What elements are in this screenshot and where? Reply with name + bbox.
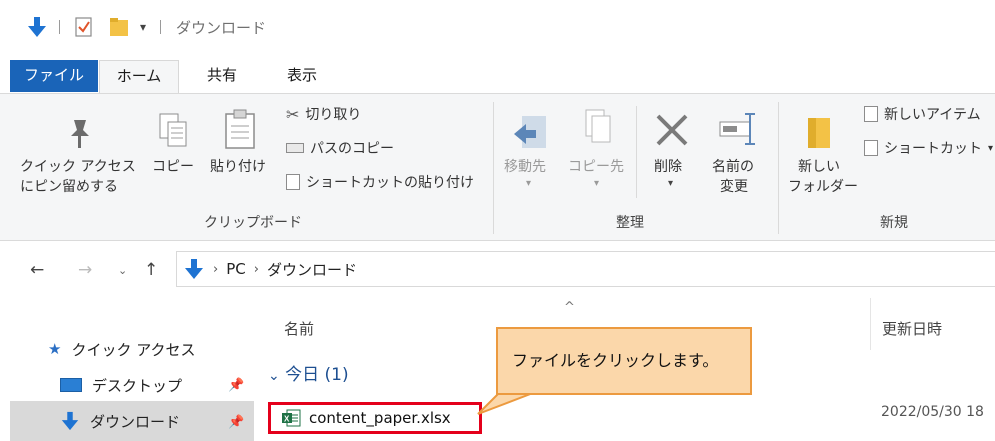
copy-path-icon: [286, 143, 304, 153]
copy-to-icon: [585, 109, 611, 143]
navigation-pane: ★ クイック アクセス デスクトップ 📌 ダウンロード 📌: [0, 298, 255, 441]
new-folder-button[interactable]: 新しい フォルダー: [788, 108, 858, 208]
paste-label: 貼り付け: [210, 159, 266, 175]
rename-icon: [719, 113, 755, 145]
scissors-icon: ✂: [286, 104, 300, 124]
group-new-label: 新規: [880, 215, 908, 231]
paste-shortcut-label: ショートカットの貼り付け: [306, 175, 474, 191]
file-name: content_paper.xlsx: [309, 409, 451, 427]
copy-to-button[interactable]: コピー先 ▾: [566, 108, 628, 198]
pin-icon[interactable]: 📌: [228, 378, 244, 393]
address-bar[interactable]: › PC › ダウンロード: [176, 251, 995, 287]
ribbon: クイック アクセス にピン留めする コピー 貼り付け ✂ 切り取り パスのコピー: [0, 93, 995, 241]
column-header-modified[interactable]: 更新日時: [882, 318, 942, 339]
nav-item-downloads[interactable]: ダウンロード: [60, 406, 180, 436]
nav-item-label: クイック アクセス: [71, 340, 196, 359]
excel-icon: X: [282, 409, 301, 427]
ribbon-tabs: ファイル ホーム 共有 表示: [0, 54, 995, 94]
pin-label-line2: にピン留めする: [20, 179, 118, 195]
pin-icon[interactable]: 📌: [228, 415, 244, 430]
group-title-label: 今日 (1): [285, 365, 349, 385]
paste-shortcut-button[interactable]: ショートカットの貼り付け: [286, 172, 474, 192]
new-item-button[interactable]: 新しいアイテム: [864, 104, 981, 124]
group-organize-label: 整理: [616, 215, 644, 231]
window-title: ダウンロード: [176, 19, 267, 37]
tab-home[interactable]: ホーム: [99, 60, 179, 94]
tab-view[interactable]: 表示: [272, 60, 332, 92]
column-header-name[interactable]: 名前: [284, 318, 314, 339]
move-to-button[interactable]: 移動先 ▾: [502, 108, 560, 198]
new-folder-label-line2: フォルダー: [788, 179, 858, 195]
pin-to-quick-access-button[interactable]: クイック アクセス にピン留めする: [20, 108, 140, 208]
breadcrumb-pc[interactable]: PC: [226, 260, 246, 278]
chevron-down-icon: ▾: [988, 142, 994, 154]
copy-to-label: コピー先: [568, 159, 624, 175]
group-clipboard-label: クリップボード: [204, 215, 302, 231]
breadcrumb-chevron-icon[interactable]: ›: [213, 262, 218, 277]
delete-button[interactable]: 削除 ▾: [648, 108, 696, 198]
down-arrow-icon[interactable]: [26, 14, 48, 40]
delete-label: 削除: [654, 159, 682, 175]
file-row[interactable]: X content_paper.xlsx: [268, 402, 482, 434]
rename-label-line2: 変更: [720, 179, 748, 195]
chevron-down-icon: ⌄: [268, 368, 280, 384]
download-icon: [61, 411, 79, 431]
easy-access-button[interactable]: ショートカット ▾: [864, 138, 993, 158]
clipboard-paste-icon: [225, 109, 255, 149]
paste-button[interactable]: 貼り付け: [206, 108, 270, 188]
cut-label: 切り取り: [305, 107, 362, 123]
rename-button[interactable]: 名前の 変更: [708, 108, 764, 208]
pin-icon: [71, 120, 89, 148]
rename-label-line1: 名前の: [712, 159, 754, 175]
copy-icon: [159, 113, 187, 147]
customize-dropdown-icon[interactable]: ▾: [140, 14, 146, 40]
tab-file[interactable]: ファイル: [10, 60, 98, 92]
move-to-label: 移動先: [504, 159, 546, 175]
shortcut-icon: [864, 140, 878, 156]
breadcrumb-chevron-icon[interactable]: ›: [254, 262, 259, 277]
folder-icon[interactable]: [108, 14, 130, 40]
new-folder-label-line1: 新しい: [798, 159, 840, 175]
nav-item-label: デスクトップ: [92, 376, 183, 395]
move-to-icon: [514, 116, 546, 148]
nav-item-label: ダウンロード: [90, 412, 181, 431]
sort-ascending-icon: ^: [564, 300, 575, 315]
back-arrow-icon[interactable]: ←: [30, 260, 44, 280]
cut-button[interactable]: ✂ 切り取り: [286, 104, 361, 124]
pin-label-line1: クイック アクセス: [20, 159, 136, 175]
properties-check-icon[interactable]: [74, 14, 94, 40]
download-location-icon: [185, 259, 203, 279]
copy-button[interactable]: コピー: [150, 108, 196, 188]
star-icon: ★: [48, 340, 62, 358]
nav-item-desktop[interactable]: デスクトップ: [60, 370, 182, 400]
group-header-today[interactable]: ⌄ 今日 (1): [268, 360, 349, 385]
tab-share[interactable]: 共有: [194, 60, 250, 92]
column-divider[interactable]: [870, 298, 871, 350]
svg-text:X: X: [284, 415, 290, 424]
forward-arrow-icon[interactable]: →: [78, 260, 92, 280]
up-arrow-icon[interactable]: ↑: [144, 260, 158, 280]
new-item-icon: [864, 106, 878, 122]
recent-locations-chevron-icon[interactable]: ⌄: [118, 264, 127, 277]
delete-x-icon: [656, 114, 688, 146]
new-item-label: 新しいアイテム: [884, 107, 981, 123]
new-folder-icon: [808, 118, 830, 148]
breadcrumb-downloads[interactable]: ダウンロード: [267, 259, 357, 280]
desktop-icon: [60, 378, 82, 392]
instruction-callout: ファイルをクリックします。: [496, 327, 752, 395]
title-bar: ▾ ダウンロード: [0, 0, 995, 54]
paste-shortcut-icon: [286, 174, 300, 190]
copy-path-label: パスのコピー: [310, 141, 394, 157]
copy-path-button[interactable]: パスのコピー: [286, 138, 394, 158]
copy-label: コピー: [152, 159, 194, 175]
navigation-bar: ← → ⌄ ↑ › PC › ダウンロード: [0, 242, 995, 298]
easy-access-label: ショートカット: [884, 141, 982, 157]
nav-item-quick-access[interactable]: ★ クイック アクセス: [48, 334, 195, 364]
file-modified-date: 2022/05/30 18: [881, 404, 984, 420]
